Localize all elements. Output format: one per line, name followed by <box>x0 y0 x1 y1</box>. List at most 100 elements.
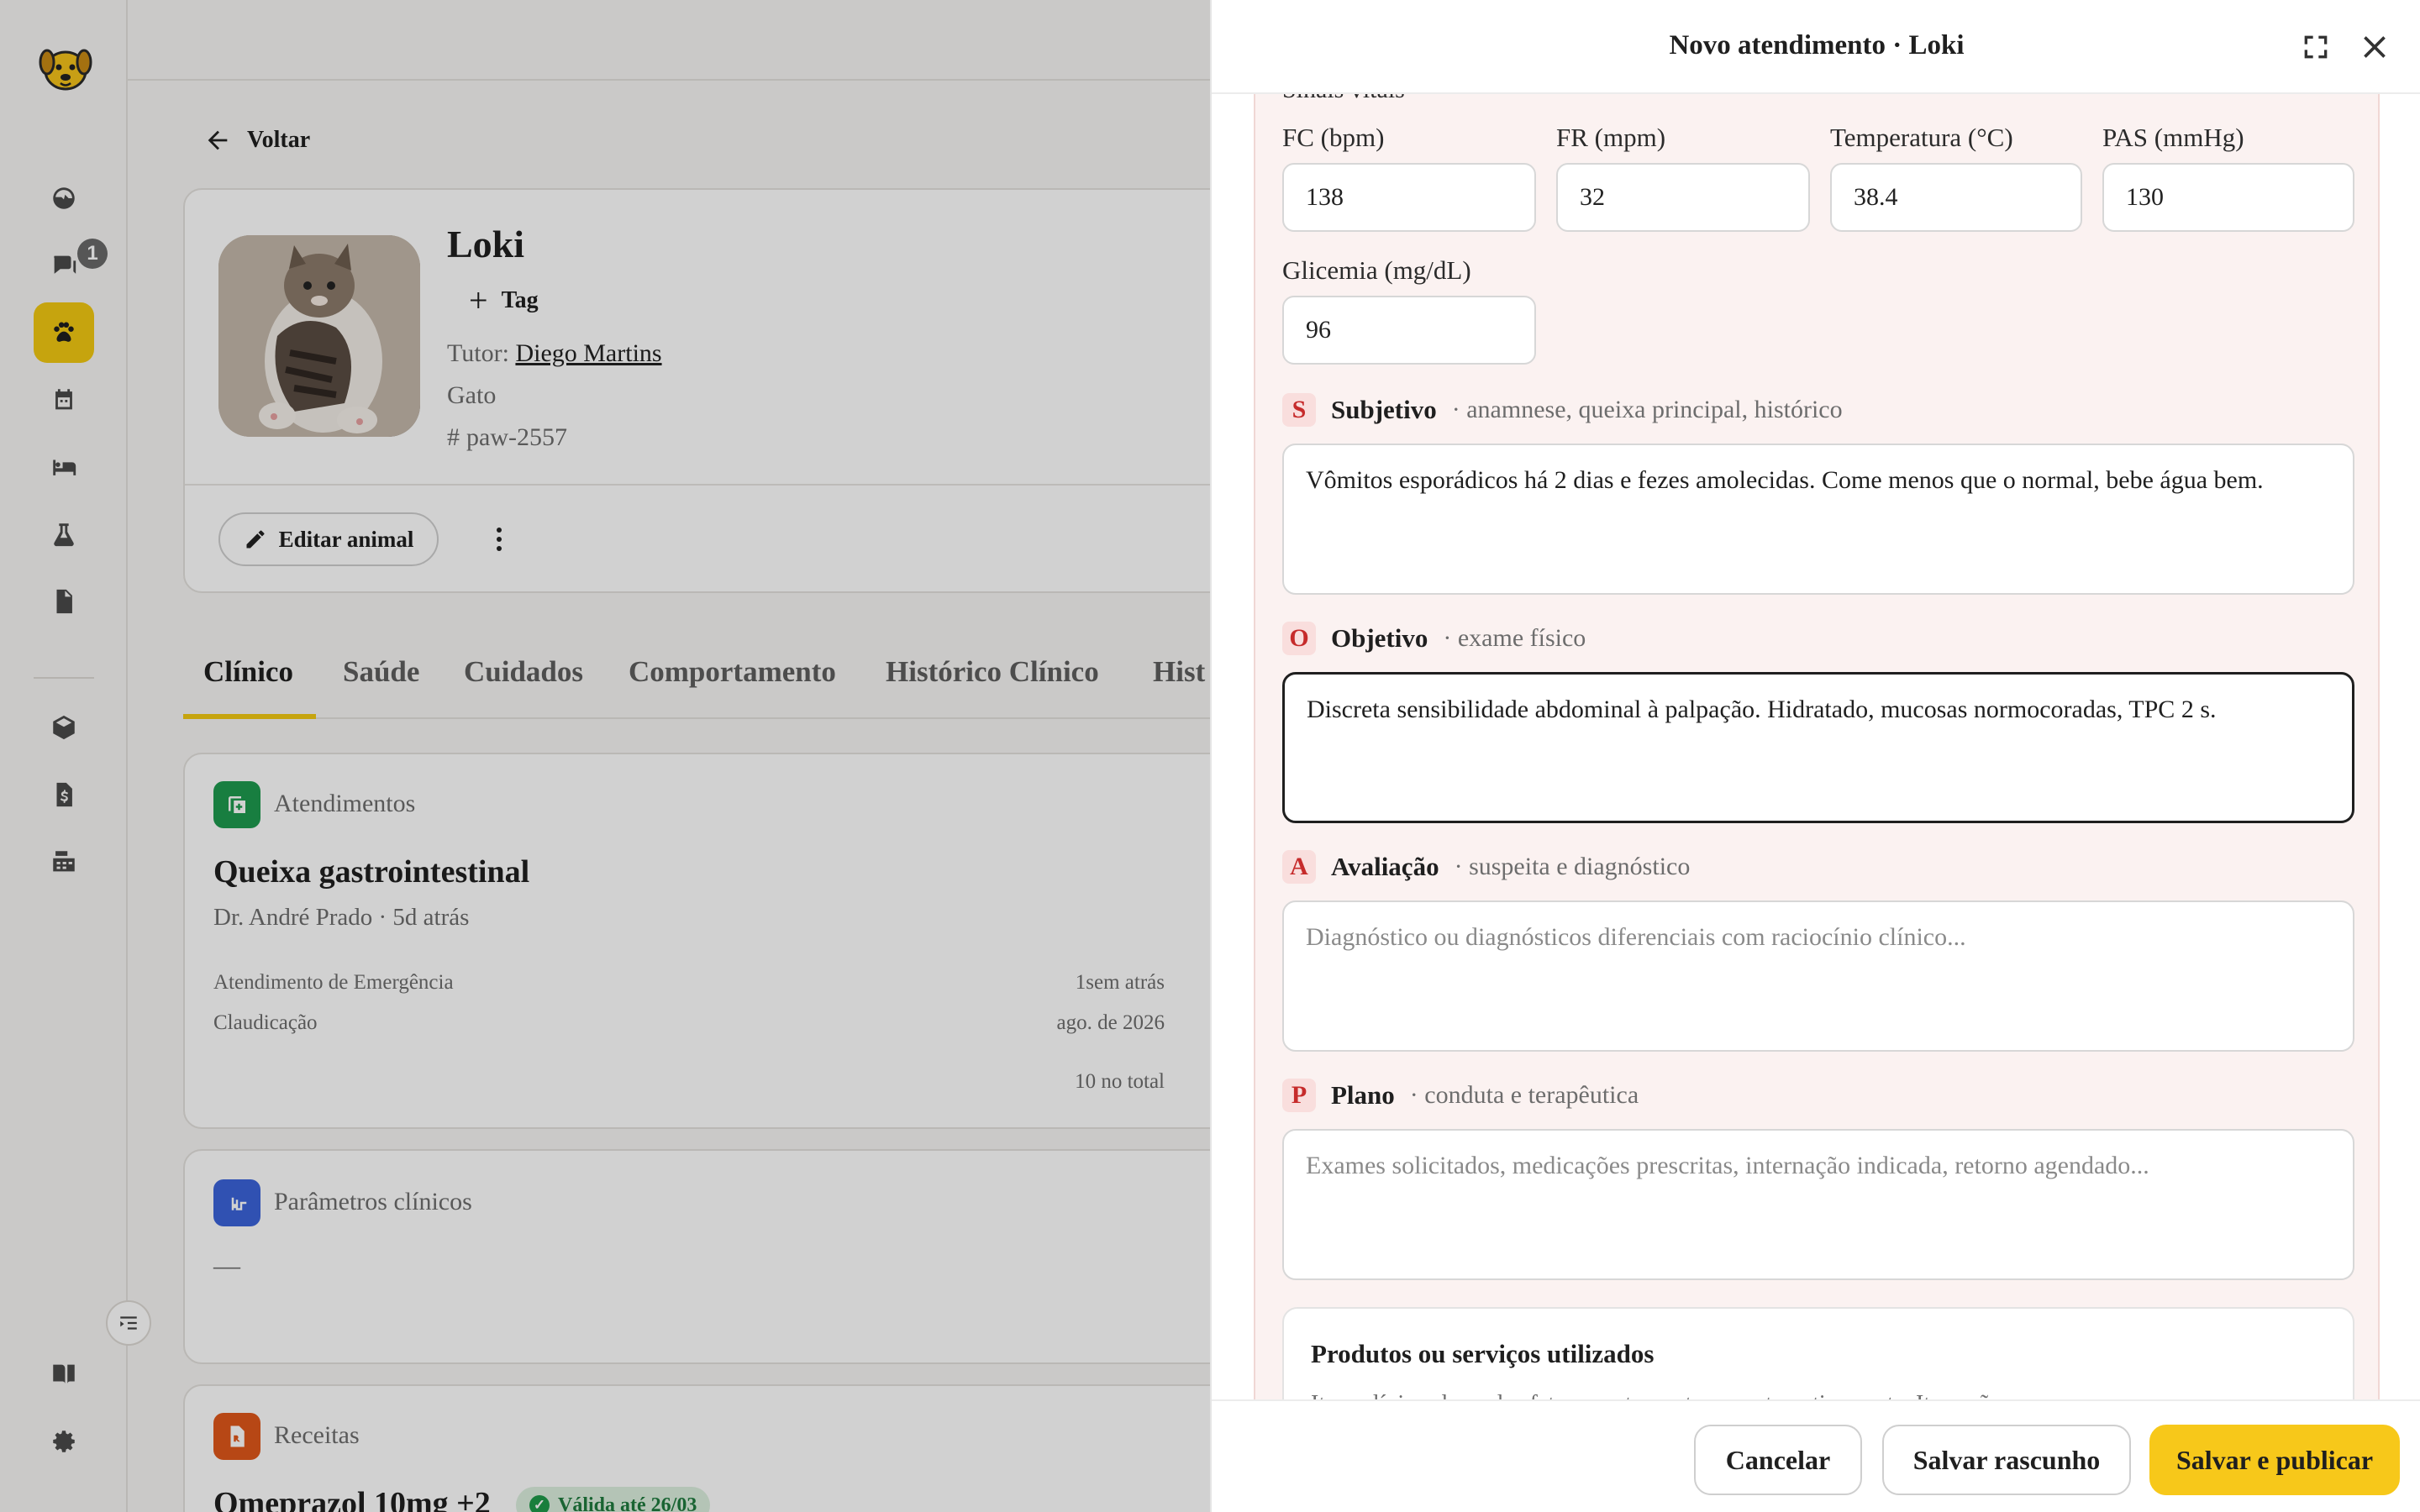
produtos-card: Produtos ou serviços utilizados Itens cl… <box>1282 1307 2354 1401</box>
subjetivo-desc: · anamnese, queixa principal, histórico <box>1451 396 1843 423</box>
drawer-header: Novo atendimento · Loki <box>1212 0 2420 94</box>
cancel-button[interactable]: Cancelar <box>1694 1425 1862 1495</box>
edit-animal-button[interactable]: Editar animal <box>218 512 439 566</box>
animal-name: Loki <box>447 223 525 265</box>
o-badge: O <box>1282 622 1316 655</box>
settings-gear-icon[interactable] <box>34 1411 94 1472</box>
tab-comportamento[interactable]: Comportamento <box>629 655 836 689</box>
tabs-bar: Clínico Saúde Cuidados Comportamento His… <box>183 648 1210 719</box>
avaliacao-desc: · suspeita e diagnóstico <box>1454 853 1691 880</box>
atendimento-main-title[interactable]: Queixa gastrointestinal <box>213 853 529 890</box>
tab-historico[interactable]: Hist <box>1153 655 1205 689</box>
flask-icon[interactable] <box>34 504 94 564</box>
subjetivo-header: S Subjetivo · anamnese, queixa principal… <box>1282 393 1843 427</box>
receita-item[interactable]: Omeprazol 10mg +2 <box>213 1485 491 1512</box>
book-icon[interactable] <box>34 1344 94 1404</box>
atendimento-item-when: ago. de 2026 <box>1056 1011 1165 1034</box>
nav-rail: 1 <box>0 0 128 1512</box>
save-draft-button[interactable]: Salvar rascunho <box>1882 1425 2131 1495</box>
section-title-cut: Sinais vitais <box>1282 94 1405 104</box>
subjetivo-title: Subjetivo <box>1331 395 1437 424</box>
avaliacao-header: A Avaliação · suspeita e diagnóstico <box>1282 850 1690 884</box>
tab-active-indicator <box>183 714 316 719</box>
plano-desc: · conduta e terapêutica <box>1409 1081 1639 1109</box>
bed-icon[interactable] <box>34 437 94 497</box>
fc-input[interactable]: 138 <box>1282 163 1536 232</box>
logo-dog[interactable] <box>35 37 96 97</box>
subjetivo-textarea[interactable]: Vômitos esporádicos há 2 dias e fezes am… <box>1282 444 2354 595</box>
tab-cuidados[interactable]: Cuidados <box>464 655 583 689</box>
invoice-icon[interactable] <box>34 764 94 825</box>
tutor-prefix: Tutor: <box>447 339 509 367</box>
drawer-footer: Cancelar Salvar rascunho Salvar e public… <box>1212 1399 2420 1512</box>
temperatura-label: Temperatura (°C) <box>1830 123 2013 152</box>
validity-text: Válida até 26/03 <box>558 1494 697 1512</box>
atendimentos-icon <box>213 781 260 828</box>
fr-input[interactable]: 32 <box>1556 163 1810 232</box>
top-divider <box>128 79 1210 81</box>
plus-icon: + <box>469 281 488 319</box>
pulse-icon <box>213 1179 260 1226</box>
animal-card: Loki + Tag Tutor: Diego Martins Gato # pa… <box>183 188 1210 593</box>
animal-id: # paw-2557 <box>447 423 567 452</box>
tab-clinico[interactable]: Clínico <box>203 655 293 689</box>
pas-input[interactable]: 130 <box>2102 163 2354 232</box>
glicemia-input[interactable]: 96 <box>1282 296 1536 365</box>
document-icon[interactable] <box>34 571 94 632</box>
animal-profile-page: 1 Voltar Loki + Tag Tutor: Diego Martins… <box>0 0 1210 1512</box>
card-divider <box>185 484 1210 486</box>
back-button[interactable]: Voltar <box>203 126 310 155</box>
temperatura-input[interactable]: 38.4 <box>1830 163 2082 232</box>
collapse-icon <box>120 1316 137 1330</box>
atendimento-main-meta: Dr. André Prado · 5d atrás <box>213 904 470 931</box>
s-badge: S <box>1282 393 1316 427</box>
drawer-title: Novo atendimento · Loki <box>1669 30 1965 60</box>
plano-header: P Plano · conduta e terapêutica <box>1282 1079 1639 1112</box>
atendimentos-title: Atendimentos <box>274 790 416 817</box>
dashboard-icon[interactable] <box>34 168 94 228</box>
plano-textarea[interactable]: Exames solicitados, medicações prescrita… <box>1282 1129 2354 1280</box>
collapse-rail-button[interactable] <box>106 1300 151 1346</box>
plano-title: Plano <box>1331 1080 1395 1110</box>
drawer-form: Sinais vitais FC (bpm) 138 FR (mpm) 32 T… <box>1254 94 2380 1401</box>
arrow-left-icon <box>208 130 228 150</box>
receitas-card: Receitas Omeprazol 10mg +2 ✓ Válida até … <box>183 1384 1210 1512</box>
atendimento-item-when: 1sem atrás <box>1075 971 1165 994</box>
save-publish-button[interactable]: Salvar e publicar <box>2149 1425 2400 1495</box>
atendimentos-total: 10 no total <box>1075 1070 1165 1093</box>
calendar-icon[interactable] <box>34 370 94 430</box>
pencil-icon <box>246 530 265 549</box>
fc-label: FC (bpm) <box>1282 123 1385 152</box>
receitas-title: Receitas <box>274 1421 360 1449</box>
tab-historico-clinico[interactable]: Histórico Clínico <box>886 655 1099 689</box>
close-icon[interactable] <box>2356 29 2393 66</box>
expand-icon[interactable] <box>2299 30 2333 64</box>
register-icon[interactable] <box>34 832 94 892</box>
more-options-icon[interactable] <box>481 521 518 558</box>
objetivo-title: Objetivo <box>1331 623 1428 653</box>
add-tag-button[interactable]: + Tag <box>469 284 539 318</box>
box-icon[interactable] <box>34 697 94 758</box>
parametros-card: Parâmetros clínicos — <box>183 1149 1210 1364</box>
tutor-link[interactable]: Diego Martins <box>515 339 661 367</box>
a-badge: A <box>1282 850 1316 884</box>
produtos-title: Produtos ou serviços utilizados <box>1311 1339 1655 1368</box>
paw-icon[interactable] <box>34 302 94 363</box>
back-label: Voltar <box>247 127 311 153</box>
edit-animal-label: Editar animal <box>278 526 414 552</box>
atendimento-item-name[interactable]: Claudicação <box>213 1011 318 1035</box>
objetivo-desc: · exame físico <box>1443 624 1586 652</box>
objetivo-textarea[interactable]: Discreta sensibilidade abdominal à palpa… <box>1282 672 2354 823</box>
avaliacao-textarea[interactable]: Diagnóstico ou diagnósticos diferenciais… <box>1282 900 2354 1052</box>
new-atendimento-drawer: Novo atendimento · Loki Sinais vitais FC… <box>1210 0 2420 1512</box>
parametros-title: Parâmetros clínicos <box>274 1188 472 1215</box>
receita-validity-badge: ✓ Válida até 26/03 <box>516 1487 711 1512</box>
atendimento-item-name[interactable]: Atendimento de Emergência <box>213 971 454 995</box>
pas-label: PAS (mmHg) <box>2102 123 2244 152</box>
rail-divider <box>34 677 94 679</box>
chat-count-badge: 1 <box>77 239 108 269</box>
animal-photo <box>218 235 420 437</box>
p-badge: P <box>1282 1079 1316 1112</box>
tab-saude[interactable]: Saúde <box>343 655 419 689</box>
glicemia-label: Glicemia (mg/dL) <box>1282 255 1471 285</box>
